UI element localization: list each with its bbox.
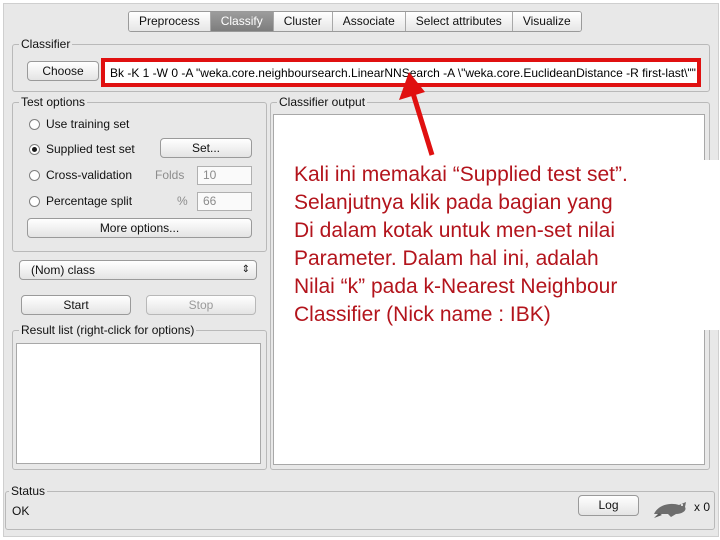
arrow-head [399, 72, 425, 100]
arrow-shaft [409, 89, 435, 156]
annotation-arrow [399, 72, 435, 156]
